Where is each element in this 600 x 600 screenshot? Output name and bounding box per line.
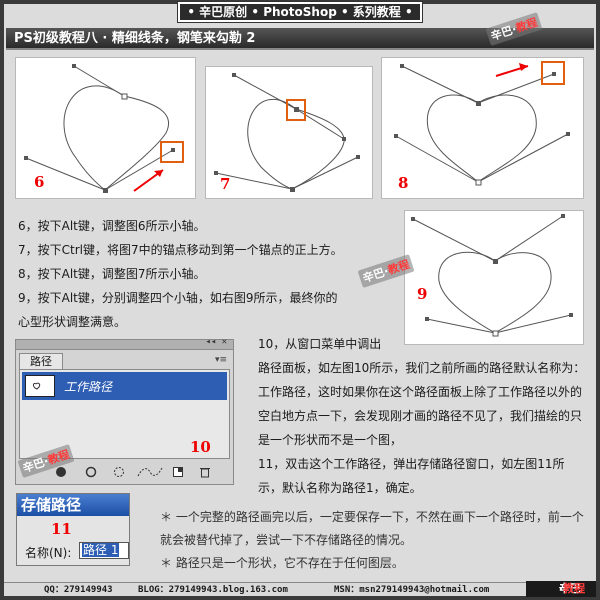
load-selection-icon[interactable]	[113, 466, 125, 478]
name-field-label: 名称(N):	[25, 546, 72, 560]
note-path-is-shape: ＊ 路径只是一个形状，它不存在于任何图层。	[160, 556, 404, 570]
figure-9: 9	[404, 210, 584, 345]
footer-brand-suffix: 教程	[563, 582, 586, 595]
stroke-path-icon[interactable]	[85, 466, 97, 478]
step-6: 6，按下Alt键，调整图6所示小轴。	[18, 219, 206, 233]
figure-11-label: 11	[51, 520, 72, 538]
footer: QQ：279149943 BLOG：279149943.blog.163.com…	[4, 581, 596, 597]
figure-7: 7	[205, 66, 373, 199]
figure-10-label: 10	[190, 438, 211, 456]
steps-list: 6，按下Alt键，调整图6所示小轴。 7，按下Ctrl键，将图7中的锚点移动到第…	[18, 214, 398, 334]
figure-6: 6	[15, 57, 196, 199]
save-path-dialog-title: 存储路径	[17, 494, 129, 516]
top-banner: • 辛巴原创 • PhotoShop • 系列教程 •	[177, 1, 423, 23]
fill-path-icon[interactable]	[55, 466, 67, 478]
name-field[interactable]: 路径 1	[79, 542, 129, 559]
tab-paths[interactable]: 路径	[19, 353, 63, 369]
description: 10，从窗口菜单中调出 路径面板，如左图10所示，我们之前所画的路径默认名称为：…	[244, 332, 588, 500]
figure-8-label: 8	[398, 174, 409, 192]
footer-brand: 辛巴 · 教程	[526, 581, 596, 597]
description-p2: 11，双击这个工作路径，弹出存储路径窗口，如左图11所示，默认名称为路径1，确定…	[258, 457, 565, 495]
footer-msn[interactable]: MSN：msn279149943@hotmail.com	[334, 583, 489, 597]
footer-qq: QQ：279149943	[44, 585, 113, 595]
figure-7-label: 7	[220, 175, 231, 193]
trash-icon[interactable]	[199, 466, 211, 478]
step-7: 7，按下Ctrl键，将图7中的锚点移动到第一个锚点的正上方。	[18, 243, 343, 257]
footer-blog[interactable]: BLOG：279149943.blog.163.com	[138, 583, 288, 597]
figure-8: 8	[381, 57, 584, 199]
description-p1-first-line: 10，从窗口菜单中调出	[258, 337, 382, 351]
path-row-label: 工作路径	[64, 380, 113, 394]
paths-list: 工作路径 10	[19, 369, 230, 459]
name-field-value: 路径 1	[82, 543, 120, 557]
step-8: 8，按下Alt键，调整图7所示小轴。	[18, 267, 206, 281]
panel-header-controls[interactable]: ◂◂ ✕	[205, 337, 227, 347]
figure-6-label: 6	[34, 173, 45, 191]
paths-panel-titlebar[interactable]: ◂◂ ✕	[16, 337, 233, 350]
description-p1: 路径面板，如左图10所示，我们之前所画的路径默认名称为：工作路径，这时如果你在这…	[258, 361, 586, 447]
new-path-icon[interactable]	[172, 466, 184, 478]
notes: ＊ 一个完整的路径画完以后，一定要保存一下，不然在画下一个路径时，前一个就会被替…	[160, 506, 590, 575]
save-path-dialog: 存储路径 11 名称(N): 路径 1	[16, 493, 130, 566]
path-row-work-path[interactable]: 工作路径	[22, 372, 227, 400]
step-9-cont: 心型形状调整满意。	[18, 315, 127, 329]
path-thumbnail	[25, 375, 55, 397]
step-9: 9，按下Alt键，分别调整四个小轴，如右图9所示，最终你的	[18, 291, 338, 305]
figure-9-label: 9	[417, 285, 428, 303]
note-save-path: ＊ 一个完整的路径画完以后，一定要保存一下，不然在画下一个路径时，前一个就会被替…	[160, 510, 584, 547]
panel-menu-icon[interactable]: ▾≡	[215, 355, 227, 365]
make-work-path-icon[interactable]	[137, 466, 163, 478]
